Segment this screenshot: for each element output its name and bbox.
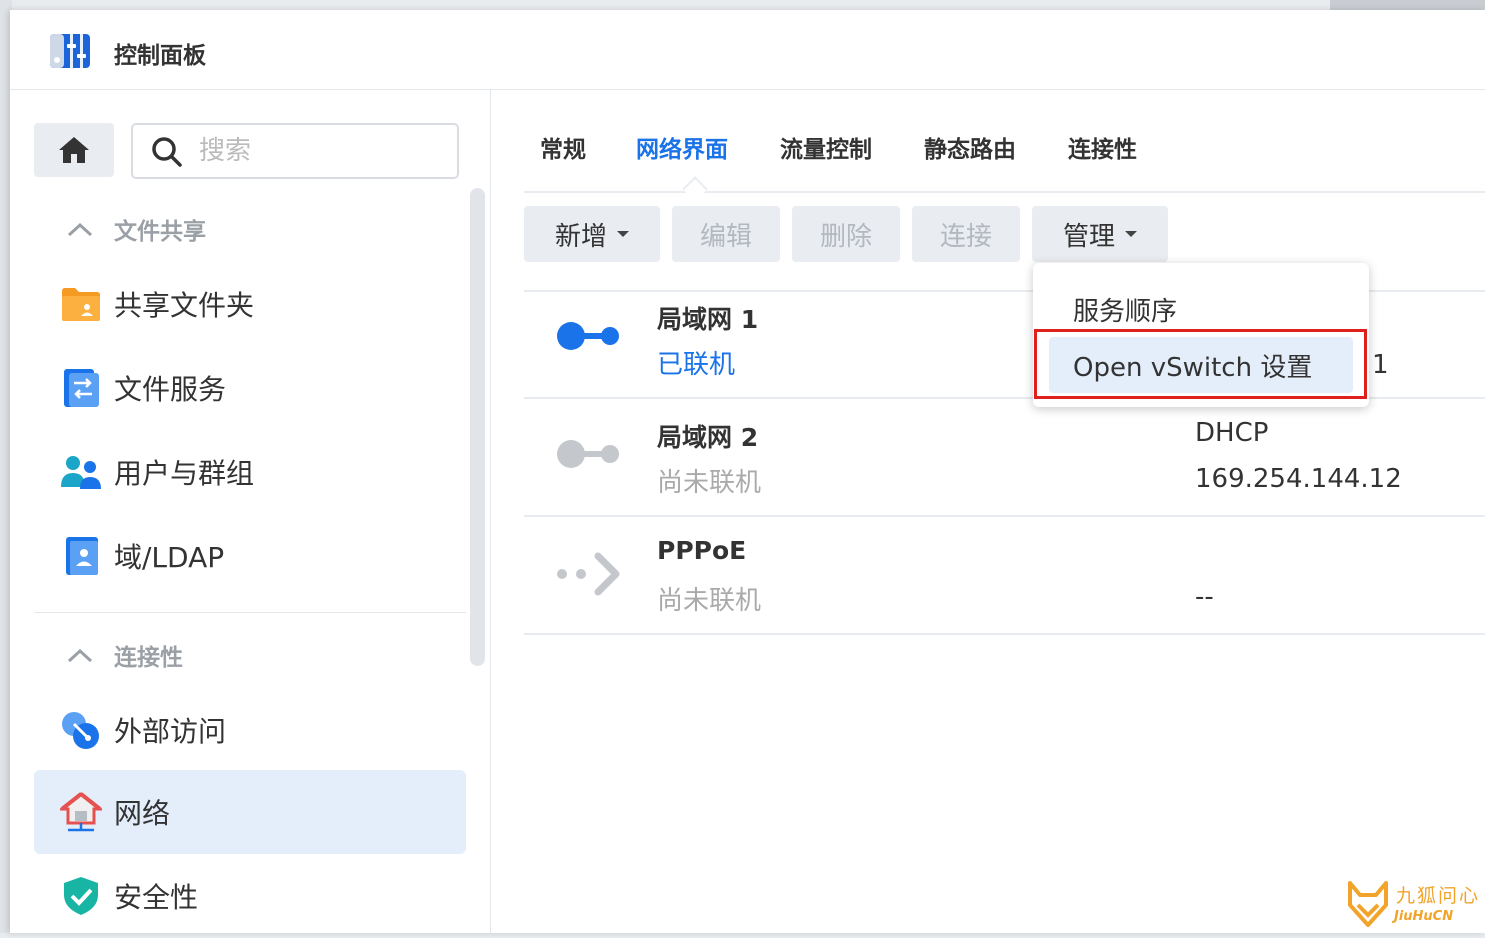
file-services-icon	[64, 369, 99, 407]
window-title: 控制面板	[114, 43, 206, 69]
interface-ip-address: 1	[1372, 350, 1389, 380]
sidebar-item-file-services[interactable]: 文件服务	[34, 346, 466, 430]
interface-status: 已联机	[657, 350, 736, 380]
caret-down-icon	[617, 231, 629, 237]
caret-down-icon	[1125, 231, 1137, 237]
sidebar-item-label: 网络	[114, 797, 171, 830]
watermark: 九狐问心 JiuHuCN	[1340, 875, 1480, 933]
tab-static-route[interactable]: 静态路由	[924, 130, 1016, 164]
tab-network-interface[interactable]: 网络界面	[636, 130, 728, 164]
delete-button[interactable]: 删除	[792, 206, 900, 262]
sidebar-item-label: 用户与群组	[114, 457, 255, 490]
sidebar-item-label: 共享文件夹	[114, 289, 255, 322]
sidebar-item-network[interactable]: 网络	[34, 770, 466, 854]
home-icon	[59, 137, 89, 163]
interface-row-pppoe[interactable]: PPPoE 尚未联机 --	[524, 516, 1485, 635]
create-button-label: 新增	[554, 221, 607, 252]
external-access-icon	[62, 712, 99, 749]
interface-status: 尚未联机	[657, 586, 762, 616]
network-icon	[60, 792, 102, 832]
fox-logo-icon	[1348, 881, 1388, 927]
sidebar-scrollbar[interactable]	[470, 188, 485, 666]
connect-button[interactable]: 连接	[912, 206, 1020, 262]
interface-name: 局域网 1	[657, 305, 759, 334]
create-button[interactable]: 新增	[524, 206, 660, 262]
edit-button[interactable]: 编辑	[672, 206, 780, 262]
sidebar-item-label: 文件服务	[114, 373, 227, 406]
sidebar-item-domain-ldap[interactable]: 域/LDAP	[34, 514, 466, 598]
menu-item-open-vswitch-settings[interactable]: Open vSwitch 设置	[1049, 337, 1353, 393]
watermark-subtext: JiuHuCN	[1394, 909, 1454, 924]
interface-ip-address: --	[1195, 582, 1214, 612]
sidebar-item-label: 安全性	[114, 881, 199, 914]
home-button[interactable]	[34, 123, 114, 177]
sidebar-item-shared-folder[interactable]: 共享文件夹	[34, 262, 466, 346]
manage-button[interactable]: 管理	[1032, 206, 1168, 262]
menu-item-service-order[interactable]: 服务顺序	[1049, 281, 1353, 337]
title-bar: 控制面板	[10, 10, 1485, 90]
shared-folder-icon	[62, 288, 100, 321]
section-file-sharing[interactable]: 文件共享	[66, 212, 206, 246]
tab-traffic-control[interactable]: 流量控制	[780, 130, 872, 164]
tab-general[interactable]: 常规	[540, 130, 586, 164]
pppoe-dial-icon	[557, 552, 620, 596]
interface-row-lan2[interactable]: 局域网 2 尚未联机 DHCP 169.254.144.12	[524, 398, 1485, 517]
control-panel-window: 控制面板 文件共享	[10, 10, 1485, 933]
tab-connectivity[interactable]: 连接性	[1068, 130, 1137, 164]
manage-dropdown-menu: 服务顺序 Open vSwitch 设置	[1033, 263, 1369, 407]
sidebar-item-label: 外部访问	[114, 715, 227, 748]
chevron-up-icon	[67, 222, 93, 237]
chevron-up-icon	[67, 648, 93, 663]
sidebar: 文件共享 共享文件夹 文件服务	[10, 90, 491, 933]
active-tab-indicator	[682, 176, 708, 202]
interface-info-type: DHCP	[1195, 418, 1269, 448]
domain-ldap-icon	[66, 537, 98, 575]
interface-ip-address: 169.254.144.12	[1195, 464, 1402, 494]
section-title: 文件共享	[114, 219, 206, 245]
disconnected-port-icon	[557, 440, 619, 468]
sidebar-item-external-access[interactable]: 外部访问	[34, 688, 466, 772]
security-shield-icon	[64, 877, 98, 915]
sidebar-item-security[interactable]: 安全性	[34, 854, 466, 938]
users-groups-icon	[61, 456, 101, 489]
control-panel-app-icon	[50, 34, 90, 68]
search-input[interactable]	[197, 131, 441, 171]
background-window-edge	[1330, 0, 1485, 10]
sidebar-divider	[34, 612, 466, 613]
sidebar-item-label: 域/LDAP	[114, 541, 225, 574]
interface-status: 尚未联机	[657, 468, 762, 498]
manage-button-label: 管理	[1062, 221, 1115, 252]
connected-port-icon	[557, 322, 619, 350]
search-icon	[152, 137, 182, 167]
section-title: 连接性	[114, 645, 183, 671]
sidebar-item-users-groups[interactable]: 用户与群组	[34, 430, 466, 514]
search-box[interactable]	[131, 123, 459, 179]
interface-name: 局域网 2	[657, 423, 759, 452]
interface-name: PPPoE	[657, 536, 747, 565]
watermark-text: 九狐问心	[1396, 885, 1481, 907]
tab-bar: 常规 网络界面 流量控制 静态路由 连接性	[524, 90, 1485, 202]
section-connectivity[interactable]: 连接性	[66, 638, 183, 672]
